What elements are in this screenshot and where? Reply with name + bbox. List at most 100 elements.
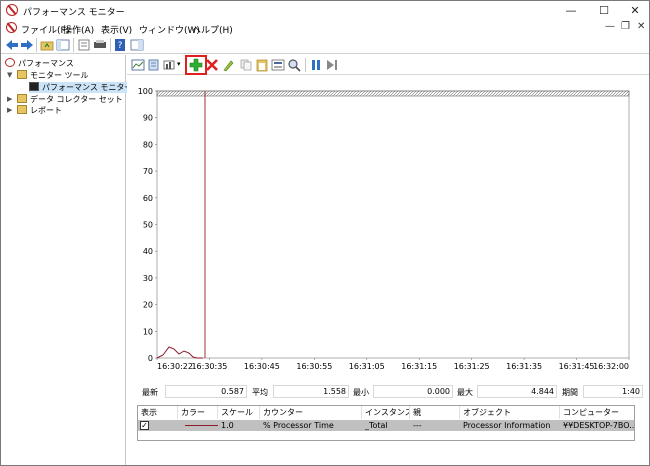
toolbar-separator bbox=[36, 38, 37, 52]
tree-item-label: モニター ツール bbox=[30, 71, 89, 80]
x-tick-label: 16:31:05 bbox=[349, 362, 385, 371]
delete-counter-icon[interactable] bbox=[205, 58, 219, 72]
stat-maximum-value: 4.844 bbox=[477, 385, 557, 398]
console-tree-icon[interactable] bbox=[56, 38, 70, 52]
stat-duration-value: 1:40 bbox=[583, 385, 643, 398]
performance-monitor-window: パフォーマンス モニター — ☐ ✕ ファイル(F) 操作(A) 表示(V) ウ… bbox=[0, 0, 650, 466]
y-tick-label: 80 bbox=[143, 140, 153, 149]
tree-item-monitor-tools[interactable]: モニター ツール bbox=[17, 70, 89, 81]
show-checkbox[interactable]: ✓ bbox=[140, 421, 149, 430]
menu-file[interactable]: ファイル(F) bbox=[21, 23, 69, 36]
stat-minimum-value: 0.000 bbox=[373, 385, 453, 398]
view-log-data-icon[interactable] bbox=[147, 58, 161, 72]
toolbar-separator bbox=[110, 38, 111, 52]
zoom-icon[interactable] bbox=[287, 58, 301, 72]
x-tick-label: 16:32:00 bbox=[593, 362, 629, 371]
column-header-computer[interactable]: コンピューター bbox=[560, 406, 634, 419]
export-list-icon[interactable] bbox=[93, 38, 107, 52]
expand-icon[interactable]: ▶ bbox=[7, 106, 12, 114]
mdi-minimize-button[interactable]: — bbox=[605, 21, 615, 32]
collapse-icon[interactable]: ▼ bbox=[7, 71, 12, 79]
add-counter-highlight bbox=[185, 55, 207, 75]
stat-minimum-label: 最小 bbox=[353, 388, 369, 397]
tree-item-performance-monitor[interactable]: パフォーマンス モニター bbox=[29, 82, 136, 93]
tree-item-reports[interactable]: レポート bbox=[17, 105, 62, 116]
toolbar-separator bbox=[73, 38, 74, 52]
maximize-button[interactable]: ☐ bbox=[589, 1, 619, 20]
tree-item-label: パフォーマンス bbox=[18, 59, 74, 68]
counter-list: 表示 カラー スケール カウンター インスタンス 親 オブジェクト コンピュータ… bbox=[137, 405, 635, 441]
column-header-color[interactable]: カラー bbox=[178, 406, 218, 419]
monitor-chart-icon bbox=[29, 82, 39, 91]
mdi-system-icon[interactable] bbox=[6, 22, 17, 33]
chevron-down-icon[interactable]: ▾ bbox=[177, 60, 181, 68]
tree-item-performance[interactable]: パフォーマンス bbox=[5, 58, 74, 69]
column-header-object[interactable]: オブジェクト bbox=[460, 406, 560, 419]
column-header-parent[interactable]: 親 bbox=[410, 406, 460, 419]
forward-arrow-icon[interactable] bbox=[20, 38, 34, 52]
statistics-bar: 最新 0.587 平均 1.558 最小 0.000 最大 4.844 期間 1… bbox=[137, 385, 647, 399]
folder-up-icon[interactable] bbox=[40, 38, 54, 52]
x-tick-label: 16:31:15 bbox=[401, 362, 437, 371]
y-tick-label: 40 bbox=[143, 247, 153, 256]
stat-duration-label: 期間 bbox=[562, 388, 578, 397]
tree-item-data-collector-sets[interactable]: データ コレクター セット bbox=[17, 94, 123, 105]
y-tick-label: 20 bbox=[143, 301, 153, 310]
cell-computer: ¥¥DESKTOP-7BO... bbox=[563, 421, 634, 430]
help-icon[interactable]: ? bbox=[113, 38, 127, 52]
properties-icon[interactable] bbox=[77, 38, 91, 52]
stat-last-label: 最新 bbox=[142, 388, 158, 397]
menu-help[interactable]: ヘルプ(H) bbox=[192, 23, 233, 36]
minimize-button[interactable]: — bbox=[556, 1, 586, 20]
series-color-line bbox=[185, 425, 218, 426]
close-button[interactable]: ✕ bbox=[620, 1, 650, 20]
highlight-icon[interactable] bbox=[221, 58, 235, 72]
color-swatch bbox=[182, 420, 218, 431]
x-tick-label: 16:31:35 bbox=[506, 362, 542, 371]
column-header-scale[interactable]: スケール bbox=[218, 406, 260, 419]
show-hide-action-pane-icon[interactable] bbox=[130, 38, 144, 52]
y-tick-label: 70 bbox=[143, 167, 153, 176]
column-header-show[interactable]: 表示 bbox=[138, 406, 178, 419]
x-tick-label: 16:30:55 bbox=[296, 362, 332, 371]
menu-view[interactable]: 表示(V) bbox=[101, 23, 132, 36]
paste-counter-list-icon[interactable] bbox=[255, 58, 269, 72]
cell-object: Processor Information bbox=[463, 421, 551, 430]
change-graph-type-icon[interactable] bbox=[163, 58, 177, 72]
stat-average-label: 平均 bbox=[252, 388, 268, 397]
chart-toolbar: ▾ bbox=[127, 55, 649, 75]
column-header-counter[interactable]: カウンター bbox=[260, 406, 362, 419]
perfmon-icon bbox=[5, 58, 15, 67]
expand-icon[interactable]: ▶ bbox=[7, 95, 12, 103]
back-arrow-icon[interactable] bbox=[5, 38, 19, 52]
update-data-icon[interactable] bbox=[325, 58, 339, 72]
view-current-activity-icon[interactable] bbox=[131, 58, 145, 72]
x-tick-label: 16:31:25 bbox=[454, 362, 490, 371]
x-tick-label: 16:31:45 bbox=[559, 362, 595, 371]
pause-icon[interactable] bbox=[309, 58, 323, 72]
folder-icon bbox=[17, 70, 27, 79]
tree-item-label: レポート bbox=[30, 106, 62, 115]
menu-action[interactable]: 操作(A) bbox=[63, 23, 94, 36]
mdi-restore-button[interactable]: ❐ bbox=[621, 21, 630, 32]
properties-icon[interactable] bbox=[271, 58, 285, 72]
table-row[interactable]: ✓ 1.0 % Processor Time _Total --- Proces… bbox=[138, 420, 634, 431]
toolbar-separator bbox=[305, 58, 306, 72]
y-tick-label: 100 bbox=[138, 87, 153, 96]
cell-instance: _Total bbox=[365, 421, 388, 430]
tree-item-label: データ コレクター セット bbox=[30, 95, 123, 104]
copy-properties-icon[interactable] bbox=[239, 58, 253, 72]
y-tick-label: 90 bbox=[143, 114, 153, 123]
main-toolbar: ? bbox=[1, 36, 649, 54]
menu-window[interactable]: ウィンドウ(W) bbox=[139, 23, 200, 36]
column-header-instance[interactable]: インスタンス bbox=[362, 406, 410, 419]
folder-icon bbox=[17, 94, 27, 103]
stat-average-value: 1.558 bbox=[273, 385, 349, 398]
window-title: パフォーマンス モニター bbox=[23, 8, 125, 18]
menu-bar: ファイル(F) 操作(A) 表示(V) ウィンドウ(W) ヘルプ(H) — ❐ … bbox=[1, 20, 649, 36]
stat-maximum-label: 最大 bbox=[457, 388, 473, 397]
stat-last-value: 0.587 bbox=[165, 385, 247, 398]
mdi-close-button[interactable]: ✕ bbox=[637, 21, 645, 32]
y-tick-label: 50 bbox=[143, 221, 153, 230]
cell-parent: --- bbox=[413, 421, 422, 430]
